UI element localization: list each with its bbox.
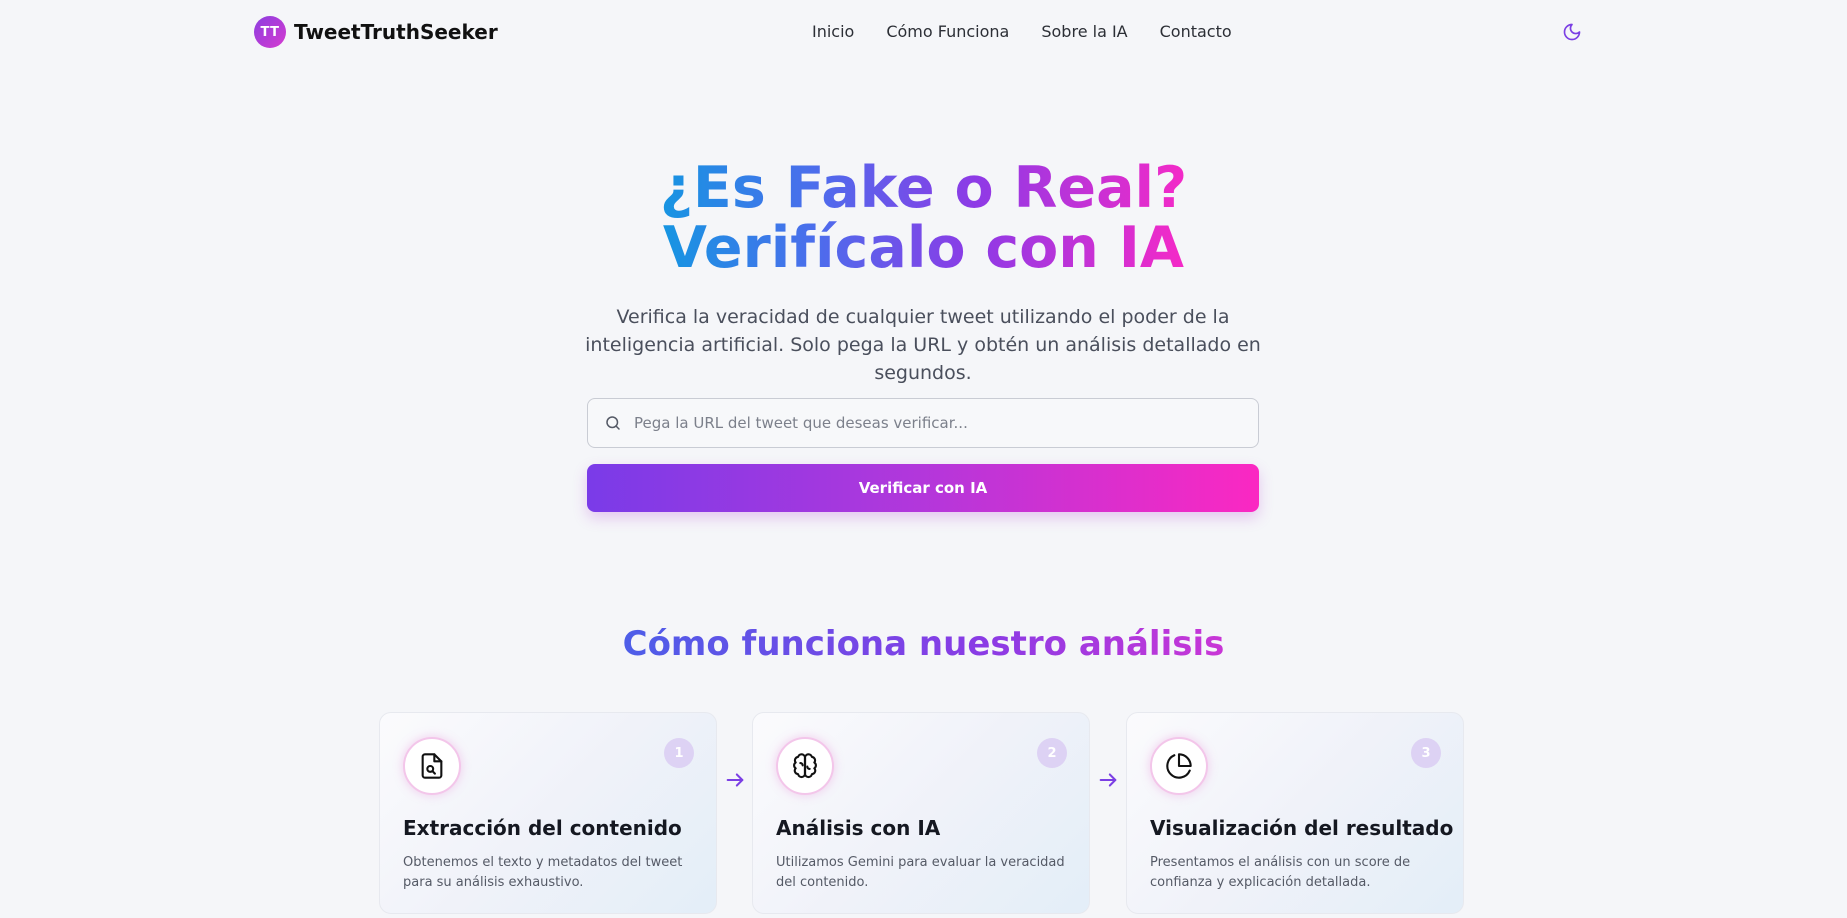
nav-link-contacto[interactable]: Contacto <box>1160 22 1232 41</box>
brand-name: TweetTruthSeeker <box>294 20 498 44</box>
arrow-right-icon <box>723 768 747 792</box>
verify-with-ai-button[interactable]: Verificar con IA <box>587 464 1259 512</box>
file-search-icon <box>421 753 443 779</box>
step-card-ai-analysis: 2 Análisis con IA Utilizamos Gemini para… <box>752 712 1090 914</box>
step-description: Utilizamos Gemini para evaluar la veraci… <box>776 855 1065 890</box>
moon-icon <box>1563 23 1581 41</box>
step-description: Obtenemos el texto y metadatos del tweet… <box>403 855 683 890</box>
step-description: Presentamos el análisis con un score de … <box>1150 855 1411 890</box>
arrow-right-icon <box>1096 768 1120 792</box>
brand-logo-link[interactable]: TT TweetTruthSeeker <box>254 16 498 48</box>
search-icon <box>606 416 620 430</box>
site-header: TT TweetTruthSeeker Inicio Cómo Funciona… <box>0 0 1847 64</box>
step-title: Extracción del contenido <box>403 816 682 840</box>
step-icon-wrapper <box>1150 737 1208 795</box>
theme-toggle-button[interactable] <box>1560 20 1584 44</box>
nav-link-sobre-la-ia[interactable]: Sobre la IA <box>1041 22 1127 41</box>
logo-badge: TT <box>254 16 286 48</box>
how-it-works-title: Cómo funciona nuestro análisis <box>0 624 1847 664</box>
tweet-url-input[interactable] <box>634 414 1234 432</box>
step-card-extraction: 1 Extracción del contenido Obtenemos el … <box>379 712 717 914</box>
step-title: Análisis con IA <box>776 816 941 840</box>
hero-title-line1: ¿Es Fake o Real? <box>659 155 1188 221</box>
step-title: Visualización del resultado <box>1150 816 1454 840</box>
main-nav: Inicio Cómo Funciona Sobre la IA Contact… <box>812 22 1232 41</box>
pie-chart-icon <box>1166 753 1192 779</box>
step-number-badge: 2 <box>1037 738 1067 768</box>
step-card-visualization: 3 Visualización del resultado Presentamo… <box>1126 712 1464 914</box>
hero-subtitle: Verifica la veracidad de cualquier tweet… <box>585 306 1261 384</box>
tweet-url-search-box[interactable] <box>587 398 1259 448</box>
step-number-badge: 3 <box>1411 738 1441 768</box>
nav-link-como-funciona[interactable]: Cómo Funciona <box>886 22 1009 41</box>
step-number-badge: 1 <box>664 738 694 768</box>
brain-icon <box>793 753 817 779</box>
how-it-works-title-text: Cómo funciona nuestro análisis <box>622 624 1225 664</box>
step-icon-wrapper <box>403 737 461 795</box>
hero-title-line2: Verifícalo con IA <box>662 215 1185 281</box>
step-icon-wrapper <box>776 737 834 795</box>
hero-title: ¿Es Fake o Real? Verifícalo con IA <box>0 158 1847 278</box>
nav-link-inicio[interactable]: Inicio <box>812 22 854 41</box>
